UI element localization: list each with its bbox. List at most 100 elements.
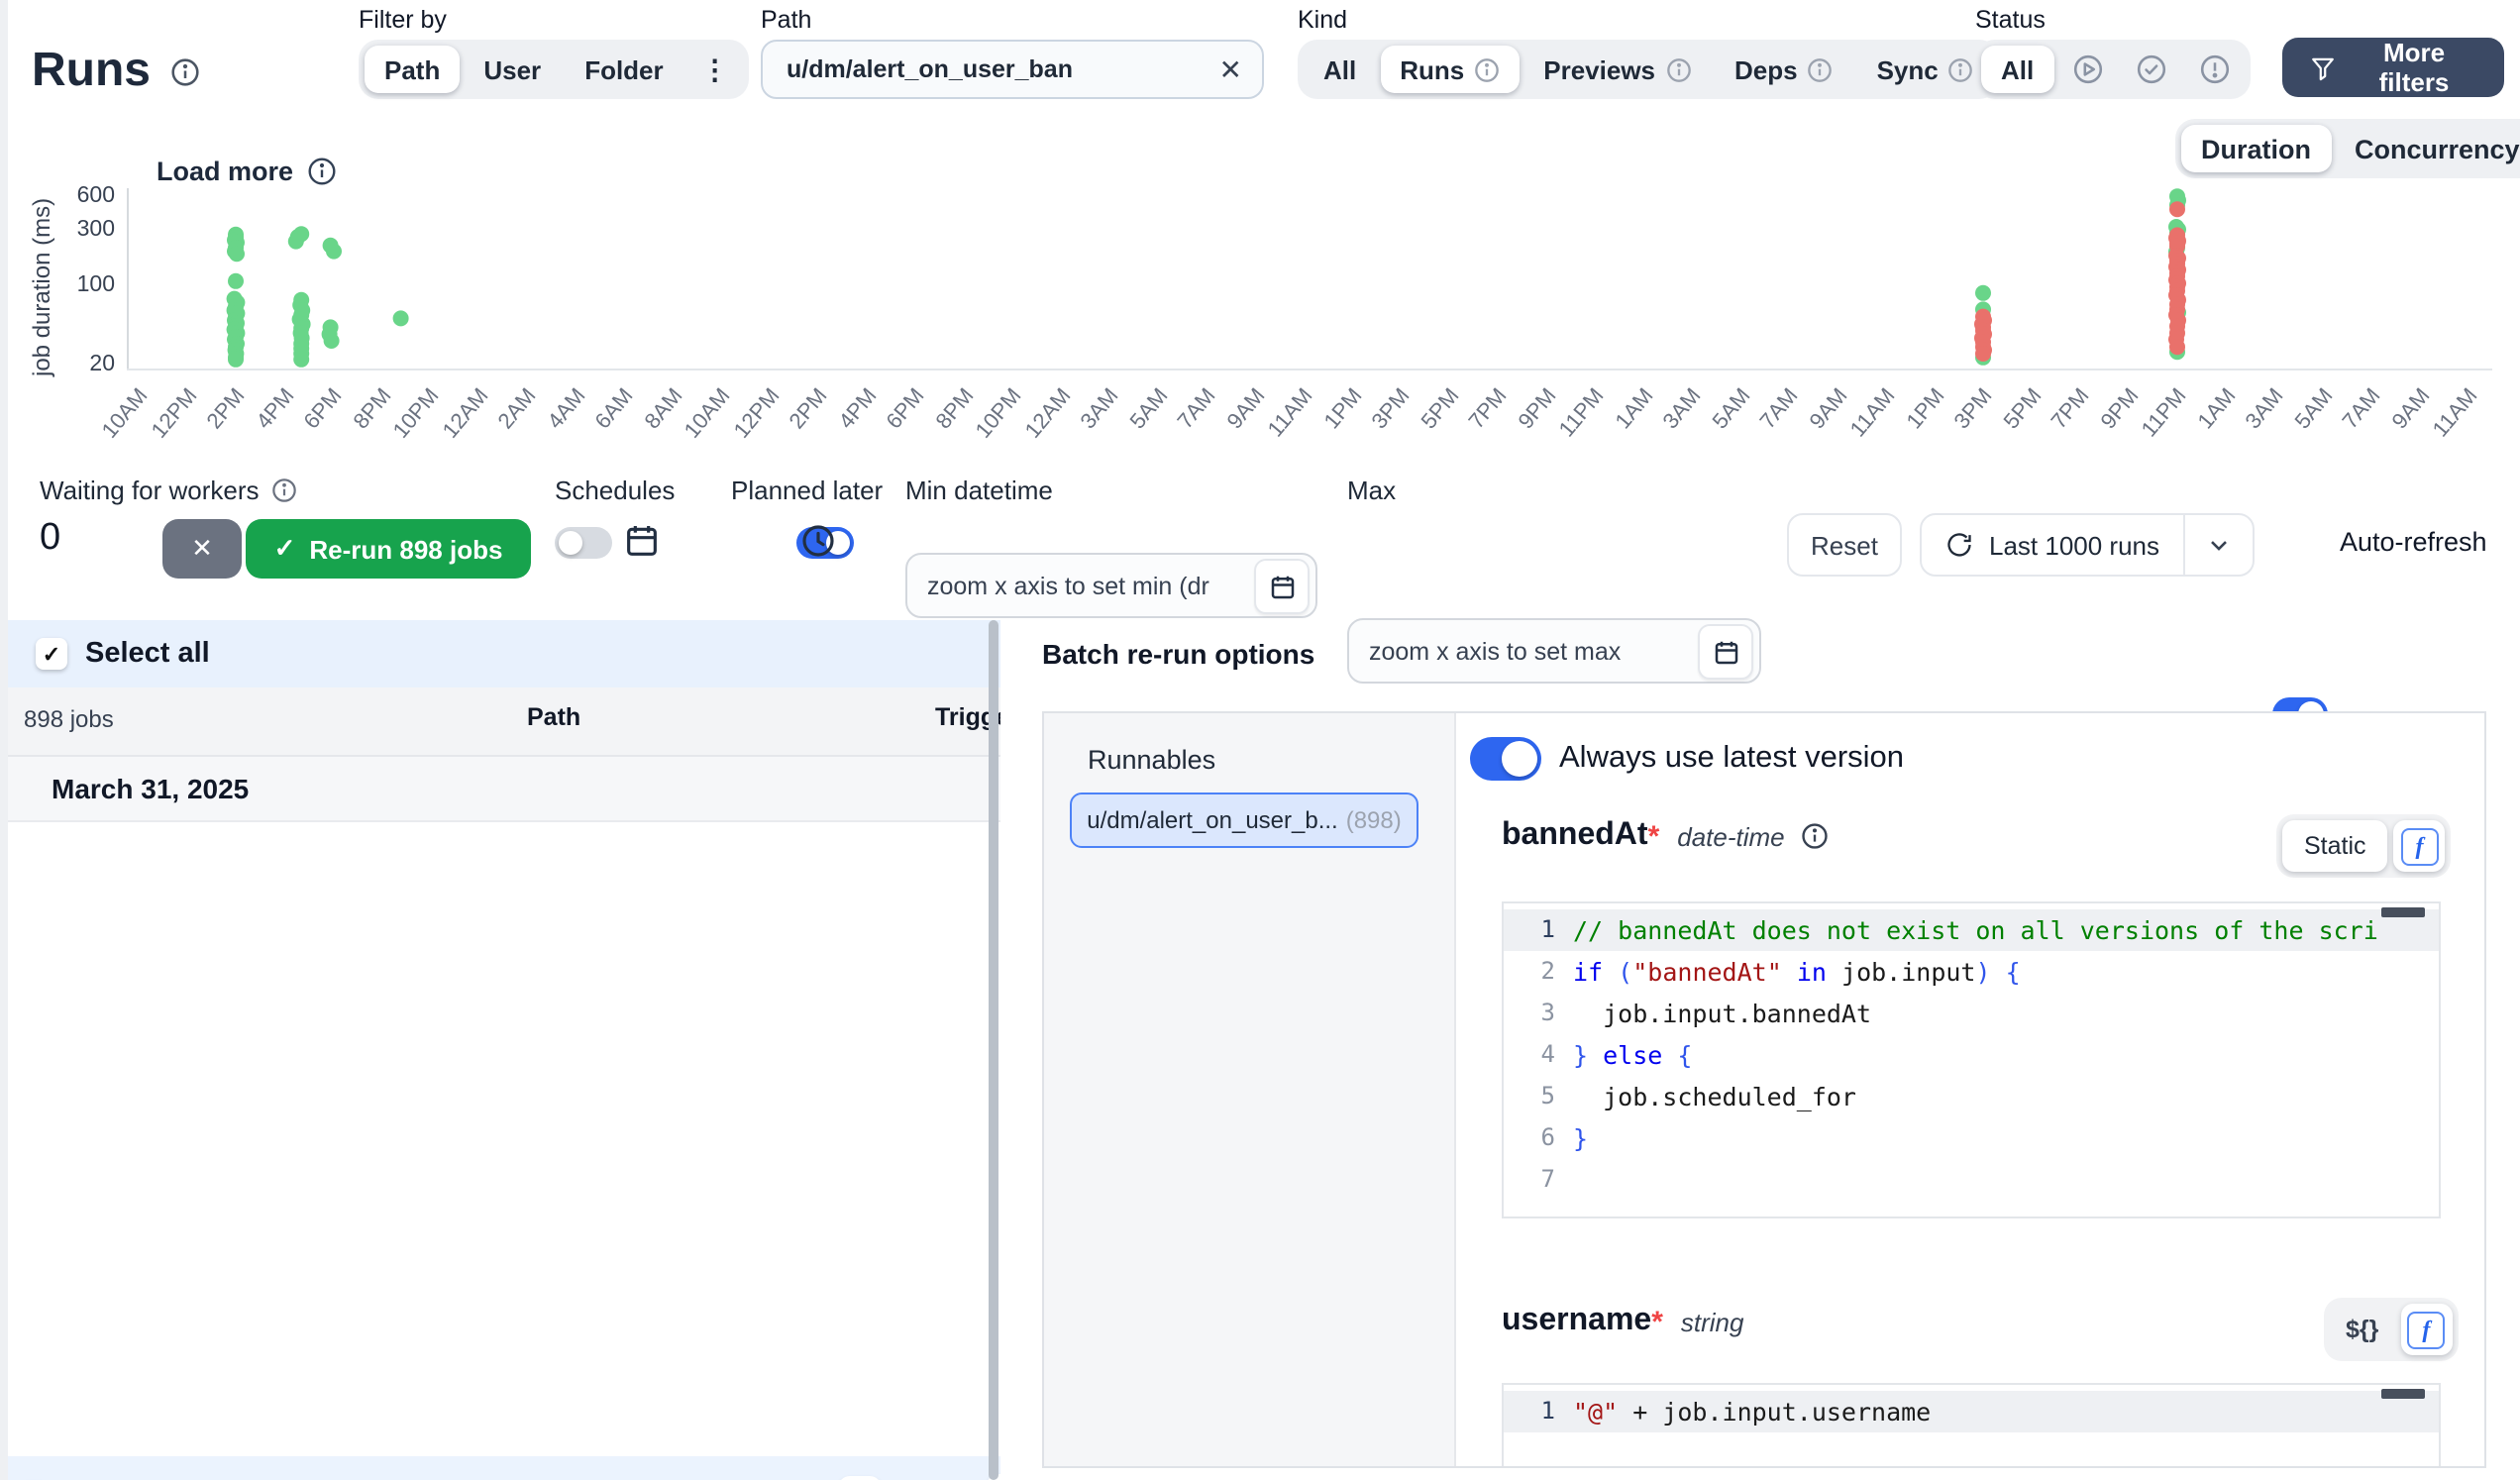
- data-point-success: [393, 310, 409, 326]
- x-axis-line: [127, 369, 2492, 370]
- chevron-down-icon: [2205, 531, 2233, 559]
- select-all-row[interactable]: ✓ Select all: [8, 620, 1000, 687]
- filter-path-button[interactable]: Path: [365, 46, 460, 93]
- data-point-success: [323, 238, 339, 254]
- line-number: 7: [1504, 1159, 1573, 1201]
- data-point-success: [227, 302, 243, 318]
- template-mode-button[interactable]: ${}: [2330, 1316, 2394, 1343]
- runnable-item[interactable]: u/dm/alert_on_user_b... (898): [1070, 793, 1418, 848]
- funnel-icon: [2310, 54, 2336, 80]
- data-point-failure: [2170, 312, 2186, 328]
- filter-by-group: Filter by Path User Folder ⋮: [359, 6, 749, 99]
- reset-button[interactable]: Reset: [1787, 513, 1902, 577]
- kind-sync-button[interactable]: Sync: [1857, 46, 1994, 93]
- duration-tab[interactable]: Duration: [2181, 125, 2331, 172]
- y-axis-tick-label: 20: [48, 353, 115, 376]
- max-datetime-input[interactable]: zoom x axis to set max: [1347, 618, 1761, 684]
- data-point-success: [228, 229, 244, 245]
- data-point-failure: [2168, 307, 2184, 323]
- status-running-button[interactable]: [2057, 46, 2117, 93]
- status-failure-button[interactable]: [2184, 46, 2244, 93]
- javascript-mode-button[interactable]: f: [2400, 1304, 2452, 1355]
- data-point-success: [229, 305, 245, 321]
- more-filters-button[interactable]: More filters: [2282, 38, 2504, 97]
- info-icon[interactable]: [170, 56, 200, 86]
- data-point-success: [293, 341, 309, 357]
- data-point-success: [293, 307, 309, 323]
- max-datetime-calendar-button[interactable]: [1698, 624, 1753, 680]
- calendar-icon: [622, 521, 662, 561]
- bannedat-mode-toggle: Static f: [2276, 814, 2452, 878]
- kind-deps-button[interactable]: Deps: [1715, 46, 1853, 93]
- load-more[interactable]: Load more: [157, 157, 337, 186]
- rerun-jobs-button[interactable]: ✓ Re-run 898 jobs: [246, 519, 531, 579]
- field-bannedat-heading: bannedAt* date-time: [1502, 818, 1829, 854]
- code-text: // bannedAt does not exist on all versio…: [1573, 909, 2378, 951]
- kind-runs-button[interactable]: Runs: [1380, 46, 1520, 93]
- data-point-failure: [2168, 230, 2184, 246]
- schedules-toggle[interactable]: [555, 527, 612, 559]
- data-point-success: [228, 273, 244, 289]
- cancel-selection-button[interactable]: ✕: [162, 519, 242, 579]
- editor-scrollbar[interactable]: [2381, 1389, 2425, 1399]
- data-point-success: [229, 294, 245, 310]
- auto-refresh-label: Auto-refresh: [2340, 527, 2487, 557]
- filter-folder-button[interactable]: Folder: [565, 46, 682, 93]
- data-point-success: [228, 346, 244, 362]
- data-point-failure: [2169, 236, 2185, 252]
- row-filter-button[interactable]: [838, 1476, 882, 1480]
- line-number: 4: [1504, 1034, 1573, 1076]
- kind-all-button[interactable]: All: [1304, 46, 1376, 93]
- clear-path-icon[interactable]: ✕: [1215, 53, 1246, 86]
- code-line: 5 job.scheduled_for: [1504, 1076, 2439, 1117]
- bannedat-code-editor[interactable]: 1// bannedAt does not exist on all versi…: [1502, 901, 2441, 1218]
- data-point-success: [227, 312, 243, 328]
- editor-scrollbar[interactable]: [2381, 907, 2425, 917]
- job-list-scrollbar[interactable]: [989, 620, 998, 1480]
- field-type: date-time: [1677, 821, 1784, 851]
- always-latest-toggle[interactable]: [1470, 737, 1541, 781]
- info-icon: [1474, 56, 1500, 82]
- data-point-failure: [2169, 339, 2185, 355]
- min-datetime-calendar-button[interactable]: [1254, 559, 1310, 614]
- panel-scrollbar[interactable]: [2484, 848, 2486, 1244]
- path-filter: Path u/dm/alert_on_user_ban ✕: [761, 6, 1264, 99]
- min-datetime-label: Min datetime: [905, 476, 1053, 505]
- kind-filter-group: Kind All Runs Previews Deps Sync: [1298, 6, 2000, 99]
- min-datetime-input[interactable]: zoom x axis to set min (dr: [905, 553, 1317, 618]
- path-filter-input[interactable]: u/dm/alert_on_user_ban ✕: [761, 40, 1264, 99]
- data-point-success: [293, 320, 309, 336]
- concurrency-tab[interactable]: Concurrency: [2335, 125, 2520, 172]
- filter-user-button[interactable]: User: [464, 46, 561, 93]
- job-row[interactable]: ✓✓Started 31/03, 23:06 (Ran in 0.06s)u/d…: [8, 1456, 1000, 1480]
- data-point-failure: [2169, 283, 2185, 299]
- code-text: "@" + job.input.username: [1573, 1391, 1931, 1432]
- last-runs-button[interactable]: Last 1000 runs: [1922, 515, 2183, 575]
- data-point-success: [228, 227, 244, 243]
- code-line: 3 job.input.bannedAt: [1504, 993, 2439, 1034]
- kind-deps-label: Deps: [1734, 54, 1798, 84]
- data-point-failure: [2168, 259, 2184, 274]
- data-point-success: [294, 330, 310, 346]
- chart-view-toggle: Duration Concurrency: [2175, 119, 2520, 178]
- select-all-checkbox[interactable]: ✓: [36, 638, 67, 670]
- data-point-success: [1975, 350, 1991, 366]
- data-point-success: [229, 246, 245, 262]
- static-mode-button[interactable]: Static: [2282, 820, 2388, 872]
- code-text: job.scheduled_for: [1573, 1076, 1856, 1117]
- username-code-editor[interactable]: 1"@" + job.input.username: [1502, 1383, 2441, 1468]
- status-all-button[interactable]: All: [1981, 46, 2053, 93]
- data-point-success: [228, 240, 244, 256]
- kind-previews-button[interactable]: Previews: [1523, 46, 1711, 93]
- javascript-mode-button[interactable]: f: [2394, 820, 2446, 872]
- kebab-menu-icon[interactable]: ⋮: [687, 46, 743, 93]
- status-success-button[interactable]: [2121, 46, 2180, 93]
- status-label: Status: [1975, 6, 2250, 34]
- data-point-success: [293, 336, 309, 352]
- runs-page: Runs Filter by Path User Folder ⋮ Path u…: [0, 0, 2520, 1480]
- y-axis-tick-label: 300: [48, 219, 115, 243]
- close-icon: ✕: [191, 533, 213, 565]
- job-list-header: 898 jobs Path Trigger: [8, 687, 1000, 757]
- last-runs-dropdown[interactable]: [2183, 515, 2253, 575]
- reset-label: Reset: [1811, 530, 1878, 560]
